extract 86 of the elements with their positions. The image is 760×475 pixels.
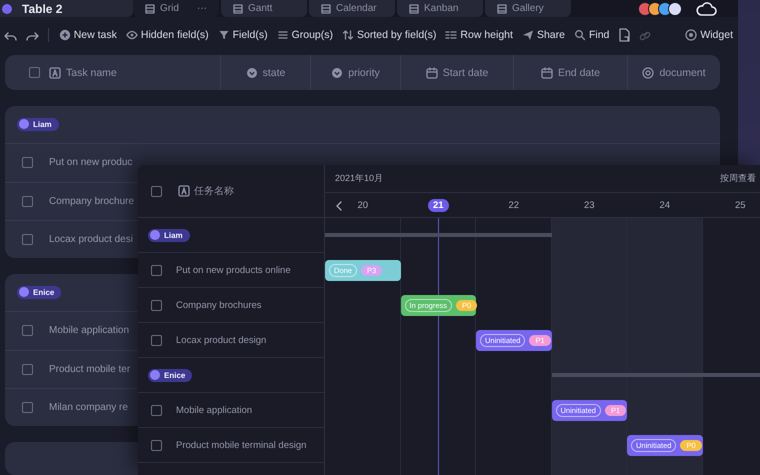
day-label[interactable]: 25 bbox=[730, 198, 751, 212]
checkbox[interactable] bbox=[151, 300, 162, 310]
grid-icon bbox=[233, 4, 243, 14]
day-label[interactable]: 20 bbox=[352, 198, 374, 212]
calendar-icon bbox=[426, 66, 438, 79]
cloud-icon bbox=[696, 0, 718, 17]
column-header[interactable]: Start date bbox=[400, 55, 513, 90]
week-view-button[interactable]: 按周查看 bbox=[720, 172, 756, 185]
column-header[interactable]: End date bbox=[513, 55, 627, 90]
toolbar-button[interactable]: New task bbox=[58, 27, 118, 44]
grid-icon bbox=[497, 4, 507, 14]
toolbar-button[interactable]: Find bbox=[572, 27, 610, 44]
group-tag: Liam bbox=[148, 228, 190, 242]
table-title-tab[interactable]: Table 2 bbox=[0, 0, 133, 17]
toolbar-button[interactable]: Group(s) bbox=[276, 27, 334, 44]
attachment-icon bbox=[642, 66, 654, 79]
task-name: Product mobile terminal design bbox=[176, 440, 306, 450]
filter-icon bbox=[218, 29, 230, 42]
checkbox[interactable] bbox=[151, 186, 162, 196]
option-icon bbox=[246, 66, 258, 79]
toolbar-button[interactable]: Widget bbox=[684, 27, 734, 44]
task-name: Product mobile ter bbox=[49, 364, 130, 375]
task-name: Locax product design bbox=[176, 334, 266, 346]
group-tag: Enice bbox=[148, 368, 192, 382]
task-name: Company brochure bbox=[49, 196, 134, 207]
toolbar-button[interactable]: Hidden field(s) bbox=[124, 27, 210, 44]
toolbar-button[interactable]: Share bbox=[520, 27, 566, 44]
more-button[interactable]: ··· bbox=[197, 3, 207, 14]
grid-icon bbox=[321, 4, 331, 14]
view-tab[interactable]: Gallery bbox=[485, 0, 571, 17]
document-icon[interactable] bbox=[617, 28, 632, 42]
checkbox[interactable] bbox=[151, 440, 162, 450]
group-tag: Liam bbox=[17, 118, 59, 131]
day-label[interactable]: 23 bbox=[578, 198, 600, 212]
column-header[interactable]: priority bbox=[310, 55, 400, 90]
table-row[interactable]: Put on new produc bbox=[5, 144, 138, 182]
list-icon bbox=[276, 29, 289, 42]
send-icon bbox=[522, 29, 534, 42]
toolbar-button[interactable]: Sorted by field(s) bbox=[341, 27, 438, 44]
row-height-icon bbox=[445, 29, 458, 42]
option-icon bbox=[331, 66, 344, 79]
checkbox[interactable] bbox=[151, 404, 162, 416]
column-header[interactable]: Task name bbox=[47, 55, 220, 90]
widget-icon bbox=[685, 29, 698, 42]
task-name: Locax product desi bbox=[49, 234, 133, 245]
day-label[interactable]: 21 bbox=[428, 198, 449, 212]
grid-icon bbox=[145, 4, 155, 14]
table-row[interactable]: Mobile application bbox=[5, 312, 138, 350]
search-icon bbox=[574, 29, 586, 42]
column-header[interactable]: document bbox=[627, 55, 720, 90]
text-field-icon bbox=[178, 185, 190, 197]
checkbox[interactable] bbox=[151, 334, 162, 346]
day-label[interactable]: 22 bbox=[503, 198, 524, 212]
view-tab[interactable]: Calendar bbox=[309, 0, 395, 17]
chevron-left-icon[interactable] bbox=[335, 201, 343, 211]
grid-icon bbox=[409, 4, 419, 14]
checkbox[interactable] bbox=[22, 364, 32, 375]
month-label: 2021年10月 bbox=[335, 172, 384, 185]
task-name: Company brochures bbox=[176, 300, 262, 310]
column-header: 任务名称 bbox=[194, 185, 234, 198]
sort-icon bbox=[342, 29, 354, 42]
task-name: Put on new produc bbox=[49, 157, 132, 168]
task-name: Put on new products online bbox=[176, 264, 291, 276]
checkbox[interactable] bbox=[28, 67, 40, 78]
checkbox[interactable] bbox=[22, 234, 32, 245]
checkbox[interactable] bbox=[151, 264, 162, 276]
checkbox[interactable] bbox=[22, 157, 32, 168]
plus-circle-icon bbox=[58, 29, 71, 42]
checkbox[interactable] bbox=[22, 402, 32, 413]
checkbox[interactable] bbox=[22, 196, 32, 207]
text-field-icon bbox=[49, 66, 61, 79]
task-name: Mobile application bbox=[49, 325, 130, 336]
group-tag: Enice bbox=[17, 286, 62, 299]
table-icon bbox=[2, 4, 12, 14]
calendar-icon bbox=[540, 66, 553, 79]
view-tab[interactable]: Grid ··· bbox=[133, 0, 219, 17]
toolbar-button[interactable]: Row height bbox=[444, 27, 514, 44]
task-name: Milan company re bbox=[49, 402, 128, 413]
view-tab[interactable]: Gantt bbox=[221, 0, 307, 17]
checkbox[interactable] bbox=[22, 325, 32, 336]
day-label[interactable]: 24 bbox=[654, 198, 676, 212]
view-tab[interactable]: Kanban bbox=[397, 0, 483, 17]
task-name: Mobile application bbox=[176, 404, 252, 416]
column-header[interactable]: state bbox=[220, 55, 310, 90]
toolbar-button[interactable]: Field(s) bbox=[216, 27, 269, 44]
eye-icon bbox=[126, 29, 138, 42]
